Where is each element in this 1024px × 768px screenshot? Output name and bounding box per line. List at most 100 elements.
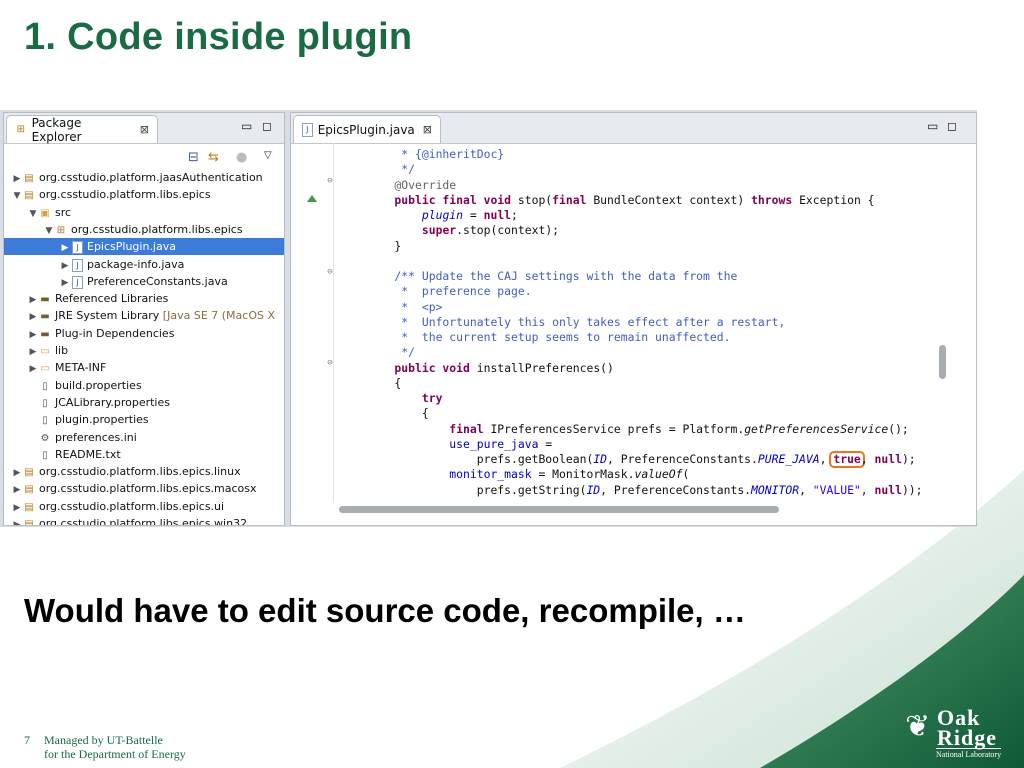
tree-item-label: src <box>55 205 72 219</box>
tree-item[interactable]: ▶ ▬ Referenced Libraries <box>4 290 284 307</box>
fold-icon[interactable]: ⊖ <box>325 358 335 368</box>
focus-task-icon[interactable]: ● <box>236 150 247 165</box>
tree-item[interactable]: ▶ J EpicsPlugin.java <box>4 238 284 256</box>
maximize-icon[interactable]: ◻ <box>947 119 957 133</box>
tree-item-label: org.csstudio.platform.jaasAuthentication <box>39 171 263 184</box>
code-token: */ <box>367 162 416 177</box>
package-explorer-pane: ⊞ Package Explorer ⊠ ▭ ◻ ⊟ ⇆ ● ▽ ▶ ▤ org.c… <box>3 112 285 526</box>
code-token: super <box>421 223 457 238</box>
code-token: PURE_JAVA <box>757 452 820 466</box>
close-icon[interactable]: ⊠ <box>423 123 432 136</box>
tree-item-label: JRE System Library <box>55 309 160 323</box>
code-token: ); <box>901 452 916 466</box>
tab-package-explorer[interactable]: ⊞ Package Explorer ⊠ <box>6 115 158 144</box>
code-token: throws <box>751 192 800 207</box>
text-file-icon: ▯ <box>42 415 48 427</box>
text-file-icon: ▯ <box>42 397 48 409</box>
tree-item-label: preferences.ini <box>55 430 137 444</box>
code-line: { <box>367 406 429 421</box>
code-token: Exception { <box>799 192 875 207</box>
fold-icon[interactable]: ⊖ <box>325 176 335 186</box>
code-token: final <box>552 192 594 207</box>
code-line: try <box>367 391 443 406</box>
tree-item[interactable]: ▶ Jpackage-info.java <box>4 256 284 273</box>
tree-item-label: org.csstudio.platform.libs.epics <box>71 222 243 236</box>
code-token: installPreferences() <box>476 360 614 375</box>
tree-item[interactable]: ▶ ▭ META-INF <box>4 359 284 376</box>
code-editor[interactable]: ⊖ ⊖ ⊖ * {@inheritDoc} */ @Override publi… <box>291 143 976 503</box>
text-file-icon: ▯ <box>42 449 48 461</box>
java-file-icon: J <box>302 122 313 137</box>
code-token: @Override <box>367 177 457 192</box>
code-token: = <box>463 208 484 222</box>
settings-file-icon: ⚙ <box>40 432 50 444</box>
leaf-icon: ❦ <box>905 710 931 743</box>
slide-body-text: Would have to edit source code, recompil… <box>24 592 746 629</box>
footer-line-1: Managed by UT-Battelle <box>44 733 163 747</box>
tree-item[interactable]: ▶ ▤ org.csstudio.platform.libs.epics.ui <box>4 498 284 515</box>
tree-item-label: JCALibrary.properties <box>55 395 170 409</box>
link-with-editor-icon[interactable]: ⇆ <box>208 150 219 165</box>
fold-icon[interactable]: ⊖ <box>325 267 335 277</box>
code-token: prefs.getString( <box>367 482 587 497</box>
view-menu-icon[interactable]: ▽ <box>264 150 272 161</box>
java-file-icon: J <box>72 275 83 289</box>
library-icon: ▬ <box>40 311 50 323</box>
tree-item[interactable]: ▶ ▬ Plug-in Dependencies <box>4 325 284 342</box>
code-line: public void installPreferences() <box>367 360 614 376</box>
code-token: monitor_mask <box>449 467 532 482</box>
collapse-all-icon[interactable]: ⊟ <box>188 150 199 165</box>
tree-item-label: Referenced Libraries <box>55 292 169 306</box>
tree-item[interactable]: ⚙ preferences.ini <box>4 429 284 446</box>
tree-item-label: package-info.java <box>87 257 185 271</box>
code-token: IPreferencesService prefs = Platform. <box>490 421 745 436</box>
code-token: final <box>449 421 491 436</box>
code-line: } <box>367 239 401 254</box>
code-token: prefs.getBoolean( <box>367 452 594 466</box>
code-line: */ <box>367 345 415 360</box>
horizontal-scrollbar[interactable] <box>339 506 779 513</box>
properties-file-icon: ▯ <box>42 380 48 392</box>
tree-item[interactable]: ▼ ⊞ org.csstudio.platform.libs.epics <box>4 221 284 238</box>
tree-item[interactable]: ▼ ▤ org.csstudio.platform.libs.epics <box>4 186 284 203</box>
library-icon: ▬ <box>40 294 50 306</box>
tree-item[interactable]: ▯ JCALibrary.properties <box>4 394 284 411</box>
tree-item-label: org.csstudio.platform.libs.epics.ui <box>39 499 225 513</box>
maximize-icon[interactable]: ◻ <box>262 119 272 133</box>
highlighted-token: true <box>829 451 865 468</box>
minimize-icon[interactable]: ▭ <box>927 119 938 133</box>
tree-item-label: plugin.properties <box>55 413 149 427</box>
tree-item[interactable]: ▯ build.properties <box>4 377 284 394</box>
code-token: try <box>367 391 443 405</box>
code-line: super.stop(context); <box>367 223 559 238</box>
code-token: { <box>367 375 402 390</box>
expand-arrow-icon[interactable]: ▶ <box>12 517 22 525</box>
code-token: , <box>860 452 875 466</box>
close-icon[interactable]: ⊠ <box>140 123 149 136</box>
code-line: use_pure_java = <box>367 437 552 452</box>
package-explorer-icon: ⊞ <box>16 123 25 135</box>
tree-item[interactable]: ▯ README.txt <box>4 446 284 463</box>
tree-item[interactable]: ▶ ▬ JRE System Library [Java SE 7 (MacOS X <box>4 307 284 324</box>
code-token: stop( <box>517 192 553 207</box>
tree-item-label: org.csstudio.platform.libs.epics <box>39 188 211 202</box>
tree-item[interactable]: ▶ ▤ org.csstudio.platform.libs.epics.macos… <box>4 480 284 497</box>
plugin-project-icon: ▤ <box>24 501 34 513</box>
editor-pane: J EpicsPlugin.java ⊠ ▭ ◻ ⊖ ⊖ ⊖ * {@inher… <box>290 112 977 526</box>
tree-item[interactable]: ▶ ▭ lib <box>4 342 284 359</box>
vertical-scrollbar[interactable] <box>939 345 946 379</box>
tree-item[interactable]: ▶ ▤ org.csstudio.platform.libs.epics.win32 <box>4 515 284 525</box>
tab-label: EpicsPlugin.java <box>317 122 415 137</box>
minimize-icon[interactable]: ▭ <box>241 119 252 133</box>
tree-item[interactable]: ▶ J PreferenceConstants.java <box>4 273 284 290</box>
code-token: .stop(context); <box>456 223 560 238</box>
tree-item[interactable]: ▶ ▤ org.csstudio.platform.jaasAuthenticati… <box>4 169 284 186</box>
tree-item[interactable]: ▯ plugin.properties <box>4 411 284 428</box>
plugin-project-icon: ▤ <box>24 484 34 496</box>
plugin-project-icon: ▤ <box>24 173 34 184</box>
tab-epicsplugin-java[interactable]: J EpicsPlugin.java ⊠ <box>293 115 441 143</box>
source-folder-icon: ▣ <box>40 207 50 219</box>
tree-item[interactable]: ▼ ▣ src <box>4 204 284 221</box>
code-line: * the current setup seems to remain unaf… <box>367 330 730 345</box>
tree-item[interactable]: ▶ ▤ org.csstudio.platform.libs.epics.linux <box>4 463 284 480</box>
